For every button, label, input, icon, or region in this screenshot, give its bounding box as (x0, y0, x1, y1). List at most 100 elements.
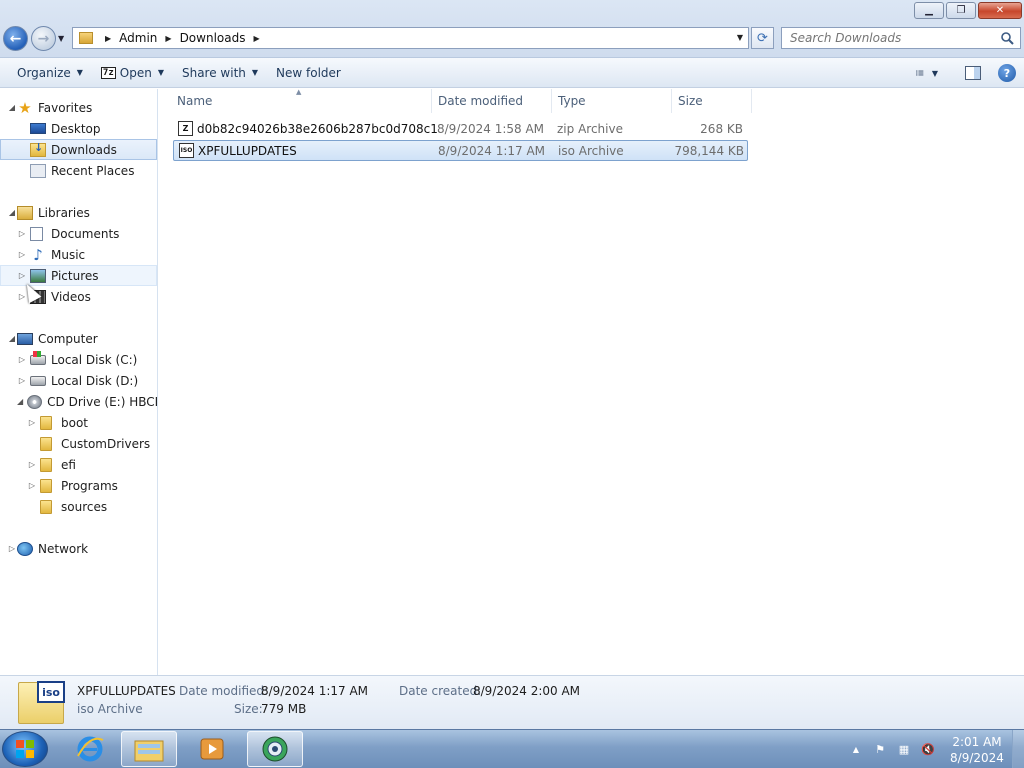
expand-triangle-icon[interactable]: ▷ (17, 376, 27, 385)
column-header-size[interactable]: Size (672, 89, 752, 113)
chevron-down-icon[interactable]: ▼ (932, 69, 938, 78)
expand-triangle-icon[interactable]: ▷ (7, 544, 17, 553)
nav-recent-places[interactable]: Recent Places (0, 160, 157, 181)
refresh-icon: ⟳ (757, 30, 768, 46)
taskbar-windows-explorer[interactable] (121, 731, 177, 767)
nav-music[interactable]: ▷ ♪ Music (0, 244, 157, 265)
nav-network[interactable]: ▷ Network (0, 538, 157, 559)
nav-folder-programs[interactable]: ▷ Programs (0, 475, 157, 496)
expand-triangle-icon[interactable]: ▷ (17, 229, 27, 238)
column-header-date-modified[interactable]: Date modified (432, 89, 552, 113)
nav-local-disk-d[interactable]: ▷ Local Disk (D:) (0, 370, 157, 391)
collapse-triangle-icon[interactable]: ◢ (17, 397, 23, 406)
search-box[interactable] (781, 27, 1021, 49)
new-folder-button[interactable]: New folder (267, 61, 350, 85)
show-desktop-button[interactable] (1012, 730, 1024, 768)
refresh-button[interactable]: ⟳ (751, 27, 774, 49)
taskbar-browser-globe[interactable] (247, 731, 303, 767)
file-row-selected[interactable]: ISO XPFULLUPDATES 8/9/2024 1:17 AM iso A… (173, 140, 748, 161)
expand-triangle-icon[interactable]: ▷ (27, 418, 37, 427)
nav-label: Documents (51, 226, 120, 241)
breadcrumb-downloads[interactable]: Downloads (180, 31, 246, 45)
iso-badge: iso (37, 681, 65, 703)
address-bar[interactable]: ▶ Admin ▶ Downloads ▶ ▼ (72, 27, 749, 49)
breadcrumb-admin[interactable]: Admin (119, 31, 157, 45)
restore-button[interactable]: ❐ (946, 2, 976, 19)
help-button[interactable]: ? (996, 63, 1018, 83)
nav-label: Downloads (51, 142, 117, 157)
address-history-dropdown[interactable]: ▼ (737, 33, 743, 42)
details-date-modified: 8/9/2024 1:17 AM (261, 684, 369, 698)
nav-pictures[interactable]: ▷ Pictures (0, 265, 157, 286)
chevron-down-icon: ▼ (157, 68, 164, 77)
nav-desktop[interactable]: Desktop (0, 118, 157, 139)
window-controls: ▁ ❐ ✕ (914, 2, 1022, 19)
change-view-button[interactable]: ▼ (916, 63, 938, 83)
share-with-button[interactable]: Share with ▼ (173, 61, 267, 85)
column-label: Date modified (438, 94, 524, 108)
open-label: Open (119, 65, 152, 80)
collapse-triangle-icon[interactable]: ◢ (7, 208, 17, 217)
search-icon[interactable] (1000, 31, 1014, 45)
network-icon (17, 541, 33, 556)
file-row[interactable]: Z d0b82c94026b38e2606b287bc0d708c1 8/9/2… (173, 119, 748, 140)
nav-libraries[interactable]: ◢ Libraries (0, 202, 157, 223)
clock[interactable]: 2:01 AM 8/9/2024 (946, 734, 1008, 766)
file-size: 268 KB (700, 122, 743, 136)
sort-ascending-icon: ▲ (296, 88, 302, 96)
organize-label: Organize (17, 65, 71, 80)
folder-icon (40, 436, 52, 451)
file-date-modified: 8/9/2024 1:17 AM (438, 144, 546, 158)
network-tray-icon[interactable]: ▦ (895, 742, 913, 758)
details-date-modified-label: Date modified: (179, 684, 269, 698)
column-header-type[interactable]: Type (552, 89, 672, 113)
collapse-triangle-icon[interactable]: ◢ (7, 334, 17, 343)
title-bar: ▁ ❐ ✕ ← → ▼ ▶ Admin ▶ Downloads ▶ ▼ ⟳ (0, 0, 1024, 58)
libraries-icon (17, 205, 33, 220)
nav-label: Music (51, 247, 86, 262)
nav-label: boot (61, 415, 89, 430)
nav-folder-boot[interactable]: ▷ boot (0, 412, 157, 433)
expand-triangle-icon[interactable]: ▷ (17, 271, 27, 280)
nav-folder-sources[interactable]: sources (0, 496, 157, 517)
expand-triangle-icon[interactable]: ▷ (27, 460, 37, 469)
back-button[interactable]: ← (3, 26, 28, 51)
nav-local-disk-c[interactable]: ▷ Local Disk (C:) (0, 349, 157, 370)
minimize-button[interactable]: ▁ (914, 2, 944, 19)
volume-muted-icon[interactable]: 🔇 (919, 742, 937, 758)
nav-label: efi (61, 457, 76, 472)
close-button[interactable]: ✕ (978, 2, 1022, 19)
preview-pane-button[interactable] (962, 63, 984, 83)
chevron-down-icon: ▼ (251, 68, 259, 77)
nav-documents[interactable]: ▷ Documents (0, 223, 157, 244)
taskbar-internet-explorer[interactable] (62, 731, 118, 767)
column-header-name[interactable]: Name ▲ (159, 88, 432, 113)
collapse-triangle-icon[interactable]: ◢ (7, 103, 17, 112)
nav-folder-customdrivers[interactable]: CustomDrivers (0, 433, 157, 454)
nav-folder-efi[interactable]: ▷ efi (0, 454, 157, 475)
action-center-flag-icon[interactable]: ⚑ (871, 742, 889, 758)
expand-triangle-icon[interactable]: ▷ (17, 250, 27, 259)
nav-computer[interactable]: ◢ Computer (0, 328, 157, 349)
taskbar-media-player[interactable] (184, 731, 240, 767)
search-input[interactable] (790, 31, 1000, 45)
navigation-pane: ◢ ★ Favorites Desktop Downloads Recent P… (0, 89, 158, 675)
forward-button[interactable]: → (31, 26, 56, 51)
organize-button[interactable]: Organize ▼ (8, 61, 92, 85)
show-hidden-icons-button[interactable]: ▲ (847, 742, 865, 758)
start-button[interactable] (2, 731, 48, 767)
expand-triangle-icon[interactable]: ▷ (17, 355, 27, 364)
nav-favorites[interactable]: ◢ ★ Favorites (0, 97, 157, 118)
breadcrumb-chevron-icon[interactable]: ▶ (253, 34, 259, 43)
open-button[interactable]: 7z Open ▼ (92, 61, 173, 85)
nav-cd-drive[interactable]: ◢ CD Drive (E:) HBCD_ (0, 391, 157, 412)
nav-downloads[interactable]: Downloads (0, 139, 157, 160)
cd-drive-icon (27, 394, 43, 409)
breadcrumb-chevron-icon[interactable]: ▶ (165, 34, 171, 43)
computer-icon (17, 332, 33, 345)
help-icon: ? (998, 64, 1016, 82)
breadcrumb-chevron-icon[interactable]: ▶ (105, 34, 111, 43)
details-date-created: 8/9/2024 2:00 AM (473, 684, 581, 698)
expand-triangle-icon[interactable]: ▷ (27, 481, 37, 490)
recent-pages-dropdown[interactable]: ▼ (58, 34, 64, 43)
